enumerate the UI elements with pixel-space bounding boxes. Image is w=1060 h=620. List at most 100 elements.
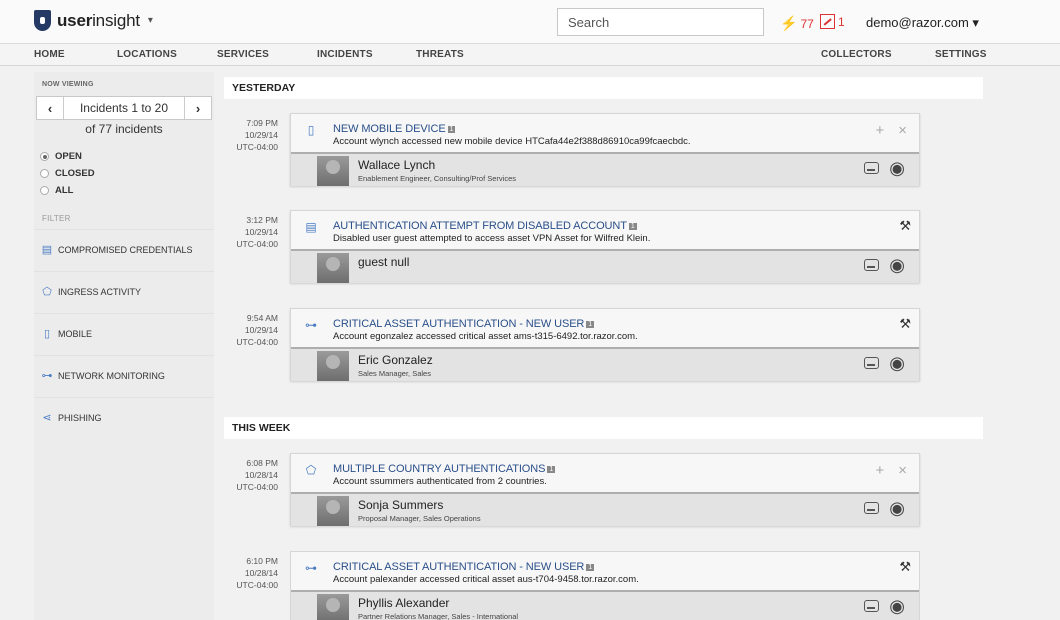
robot-icon[interactable] (864, 259, 880, 271)
user-name: guest null (358, 255, 410, 269)
credentials-icon: ▤ (41, 244, 53, 256)
incident-description: Account ssummers authenticated from 2 co… (333, 476, 547, 487)
user-name: Sonja Summers (358, 498, 444, 512)
app-brand: userinsight (57, 10, 140, 30)
network-icon: ⊶ (305, 561, 317, 575)
incident-title[interactable]: CRITICAL ASSET AUTHENTICATION - NEW USER… (333, 318, 595, 330)
incident-card[interactable]: ▯ NEW MOBILE DEVICE 1 Account wlynch acce… (290, 113, 920, 186)
user-name: Eric Gonzalez (358, 353, 433, 367)
user-role: Proposal Manager, Sales Operations (358, 514, 481, 523)
alerts-indicator[interactable]: ⚡ 77 (780, 15, 814, 32)
nav-settings[interactable]: SETTINGS (935, 49, 987, 60)
incident-user[interactable]: Sonja Summers Proposal Manager, Sales Op… (291, 492, 919, 526)
add-icon[interactable]: + (875, 462, 884, 479)
pager-total: of 77 incidents (85, 122, 163, 136)
robot-icon[interactable] (864, 357, 880, 369)
filter-ingress-activity[interactable]: ⬠ INGRESS ACTIVITY (34, 271, 214, 311)
robot-icon[interactable] (864, 162, 880, 174)
incident-card[interactable]: ▤ AUTHENTICATION ATTEMPT FROM DISABLED A… (290, 210, 920, 283)
count-badge: 1 (547, 466, 556, 473)
phishing-icon: ⋖ (42, 412, 52, 424)
nav-collectors[interactable]: COLLECTORS (821, 49, 892, 60)
eye-icon[interactable]: ◉ (889, 597, 905, 615)
incident-card[interactable]: ⊶ CRITICAL ASSET AUTHENTICATION - NEW US… (290, 551, 920, 620)
hammer-icon[interactable]: ⚒ (899, 218, 911, 234)
incident-description: Disabled user guest attempted to access … (333, 233, 651, 244)
close-icon[interactable]: × (898, 122, 907, 139)
section-this-week: THIS WEEK (224, 417, 983, 439)
incident-title[interactable]: CRITICAL ASSET AUTHENTICATION - NEW USER… (333, 561, 595, 573)
filter-compromised-credentials[interactable]: ▤ COMPROMISED CREDENTIALS (34, 229, 214, 269)
filter-mobile[interactable]: ▯ MOBILE (34, 313, 214, 353)
network-icon: ⊶ (41, 370, 53, 382)
eye-icon[interactable]: ◉ (889, 354, 905, 372)
nav-locations[interactable]: LOCATIONS (117, 49, 177, 60)
hammer-icon[interactable]: ⚒ (899, 559, 911, 575)
filter-label: FILTER (42, 214, 71, 223)
status-open-radio[interactable]: OPEN (40, 151, 82, 162)
lightning-icon: ⚡ (780, 15, 798, 31)
nav-services[interactable]: SERVICES (217, 49, 269, 60)
radio-selected-icon (40, 152, 49, 161)
user-role: Sales Manager, Sales (358, 369, 431, 378)
chart-icon (820, 14, 835, 29)
incident-title[interactable]: AUTHENTICATION ATTEMPT FROM DISABLED ACC… (333, 220, 637, 232)
count-badge: 1 (628, 223, 637, 230)
nav-home[interactable]: HOME (34, 49, 65, 60)
chevron-down-icon[interactable]: ▾ (148, 15, 153, 26)
status-all-label: ALL (55, 185, 74, 196)
incident-pager: ‹ Incidents 1 to 20 › (36, 96, 212, 120)
user-name: Wallace Lynch (358, 158, 436, 172)
status-closed-radio[interactable]: CLOSED (40, 168, 95, 179)
incident-card[interactable]: ⬠ MULTIPLE COUNTRY AUTHENTICATIONS 1 Acco… (290, 453, 920, 526)
incident-user[interactable]: Phyllis Alexander Partner Relations Mana… (291, 590, 919, 620)
app-logo[interactable]: userinsight ▾ (34, 10, 153, 31)
incident-title[interactable]: MULTIPLE COUNTRY AUTHENTICATIONS 1 (333, 463, 556, 475)
chevron-left-icon[interactable]: ‹ (37, 97, 63, 119)
robot-icon[interactable] (864, 600, 880, 612)
eye-icon[interactable]: ◉ (889, 499, 905, 517)
incident-user[interactable]: Eric Gonzalez Sales Manager, Sales ◉ (291, 347, 919, 381)
eye-icon[interactable]: ◉ (889, 159, 905, 177)
network-icon: ⊶ (305, 318, 317, 332)
section-yesterday: YESTERDAY (224, 77, 983, 99)
add-icon[interactable]: + (875, 122, 884, 139)
sidebar: NOW VIEWING ‹ Incidents 1 to 20 › of 77 … (34, 72, 214, 620)
filter-network-monitoring[interactable]: ⊶ NETWORK MONITORING (34, 355, 214, 395)
incident-time: 6:10 PM 10/28/14 UTC-04:00 (236, 556, 278, 590)
incident-description: Account palexander accessed critical ass… (333, 574, 639, 585)
incident-time: 9:54 AM 10/29/14 UTC-04:00 (236, 313, 278, 347)
incident-title[interactable]: NEW MOBILE DEVICE 1 (333, 123, 456, 135)
top-bar: userinsight ▾ Search ⚡ 77 1 demo@razor.c… (0, 0, 1060, 44)
search-input[interactable]: Search (557, 8, 764, 36)
incident-time: 7:09 PM 10/29/14 UTC-04:00 (236, 118, 278, 152)
count-badge: 1 (586, 564, 595, 571)
user-role: Partner Relations Manager, Sales - Inter… (358, 612, 519, 620)
incident-time: 6:08 PM 10/28/14 UTC-04:00 (236, 458, 278, 492)
filter-phishing[interactable]: ⋖ PHISHING (34, 397, 214, 437)
incident-user[interactable]: guest null ◉ (291, 249, 919, 283)
chevron-right-icon[interactable]: › (185, 97, 211, 119)
status-all-radio[interactable]: ALL (40, 185, 73, 196)
user-role: Enablement Engineer, Consulting/Prof Ser… (358, 174, 517, 183)
incident-description: Account egonzalez accessed critical asse… (333, 331, 638, 342)
reports-indicator[interactable]: 1 (820, 14, 845, 29)
incident-user[interactable]: Wallace Lynch Enablement Engineer, Consu… (291, 152, 919, 186)
user-name: Phyllis Alexander (358, 596, 450, 610)
ingress-icon: ⬠ (42, 286, 52, 298)
user-menu[interactable]: demo@razor.com ▾ (866, 15, 979, 31)
incident-card[interactable]: ⊶ CRITICAL ASSET AUTHENTICATION - NEW US… (290, 308, 920, 381)
hammer-icon[interactable]: ⚒ (899, 316, 911, 332)
avatar (317, 156, 349, 186)
avatar (317, 594, 349, 620)
radio-icon (40, 169, 49, 178)
nav-incidents[interactable]: INCIDENTS (317, 49, 373, 60)
eye-icon[interactable]: ◉ (889, 256, 905, 274)
count-badge: 1 (586, 321, 595, 328)
nav-threats[interactable]: THREATS (416, 49, 464, 60)
ingress-icon: ⬠ (305, 463, 317, 477)
close-icon[interactable]: × (898, 462, 907, 479)
mobile-icon: ▯ (307, 123, 315, 137)
avatar (317, 351, 349, 381)
robot-icon[interactable] (864, 502, 880, 514)
